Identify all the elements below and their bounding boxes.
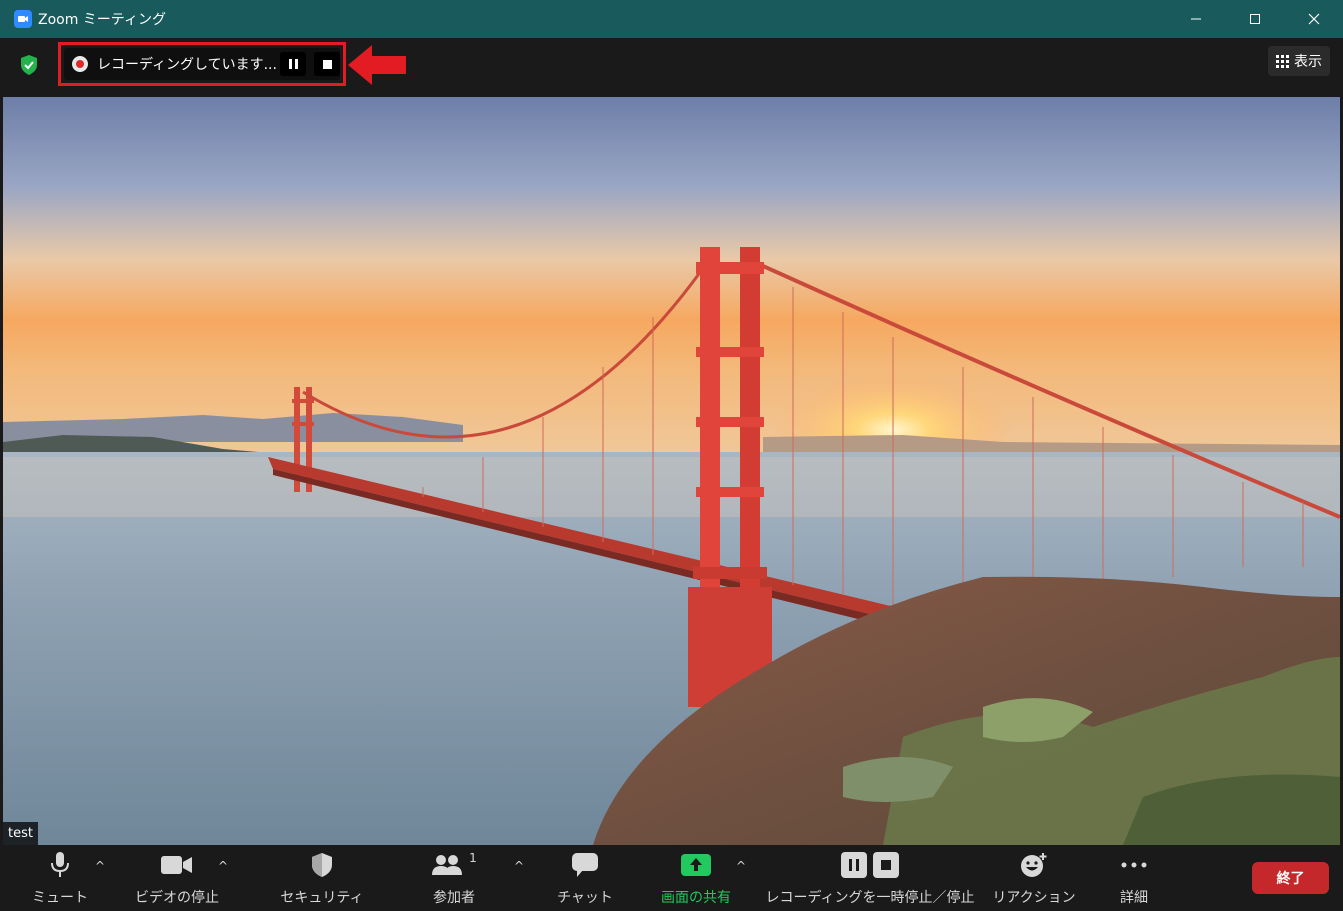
- minimize-button[interactable]: [1166, 0, 1225, 38]
- maximize-button[interactable]: [1225, 0, 1284, 38]
- mute-label: ミュート: [32, 890, 88, 906]
- mute-button[interactable]: ミュート: [32, 845, 88, 911]
- chat-bubble-icon: [572, 853, 598, 877]
- more-dots-icon: [1121, 862, 1147, 868]
- security-shield-icon[interactable]: [19, 54, 39, 76]
- stop-video-label: ビデオの停止: [135, 890, 219, 906]
- close-button[interactable]: [1284, 0, 1343, 38]
- grid-view-icon: [1276, 54, 1289, 68]
- stop-icon: [322, 59, 332, 69]
- participants-icon: [432, 855, 463, 875]
- microphone-icon: [51, 852, 69, 877]
- recording-control-label: レコーディングを一時停止／停止: [765, 890, 975, 906]
- reactions-button[interactable]: リアクション: [992, 845, 1076, 911]
- stop-icon: [873, 852, 899, 878]
- end-meeting-button[interactable]: 終了: [1252, 862, 1329, 894]
- video-options-caret-icon[interactable]: ^: [218, 859, 228, 873]
- pause-recording-button[interactable]: [280, 52, 306, 76]
- minimize-icon: [1190, 18, 1201, 20]
- view-button-label: 表示: [1294, 54, 1322, 70]
- meeting-toolbar: ミュート ^ ビデオの停止 ^ セキュリティ 1 参加者 ^ チャット 画面の共…: [0, 845, 1343, 911]
- participant-name-tag: test: [3, 822, 38, 845]
- reactions-label: リアクション: [992, 890, 1076, 906]
- audio-options-caret-icon[interactable]: ^: [95, 859, 105, 873]
- security-shield-icon: [312, 853, 332, 877]
- maximize-icon: [1249, 14, 1260, 24]
- share-screen-label: 画面の共有: [661, 890, 731, 906]
- share-screen-button[interactable]: 画面の共有: [655, 845, 737, 911]
- chat-label: チャット: [557, 890, 613, 906]
- participants-options-caret-icon[interactable]: ^: [514, 859, 524, 873]
- video-feed: [3, 97, 1340, 845]
- red-arrow-icon: [348, 45, 406, 85]
- title-bar: Zoom ミーティング: [0, 0, 1343, 38]
- security-button[interactable]: セキュリティ: [280, 845, 364, 911]
- participants-button[interactable]: 1 参加者: [426, 845, 482, 911]
- participants-label: 参加者: [433, 890, 475, 906]
- participants-count: 1: [469, 851, 477, 865]
- recording-indicator: レコーディングしています...: [64, 48, 340, 80]
- recording-status-text: レコーディングしています...: [97, 57, 277, 73]
- video-camera-icon: [161, 856, 192, 874]
- chat-button[interactable]: チャット: [557, 845, 613, 911]
- view-button[interactable]: 表示: [1268, 46, 1330, 76]
- close-icon: [1308, 13, 1319, 25]
- recording-dot-icon: [72, 56, 88, 72]
- golden-gate-bridge-image: [3, 97, 1340, 845]
- more-label: 詳細: [1120, 890, 1148, 906]
- share-screen-icon: [681, 854, 711, 876]
- pause-icon: [288, 59, 298, 69]
- meeting-top-bar: レコーディングしています... 表示: [3, 38, 1340, 97]
- pause-icon: [841, 852, 867, 878]
- zoom-window: Zoom ミーティング レコーディングしています... 表示 test ミュート…: [0, 0, 1343, 911]
- more-button[interactable]: 詳細: [1112, 845, 1156, 911]
- stop-video-button[interactable]: ビデオの停止: [134, 845, 220, 911]
- security-label: セキュリティ: [280, 890, 364, 906]
- recording-control-button[interactable]: レコーディングを一時停止／停止: [764, 845, 976, 911]
- share-options-caret-icon[interactable]: ^: [736, 859, 746, 873]
- stop-recording-button[interactable]: [314, 52, 340, 76]
- reaction-smiley-icon: [1021, 853, 1047, 877]
- zoom-logo-icon: [14, 10, 32, 28]
- window-title: Zoom ミーティング: [38, 12, 166, 28]
